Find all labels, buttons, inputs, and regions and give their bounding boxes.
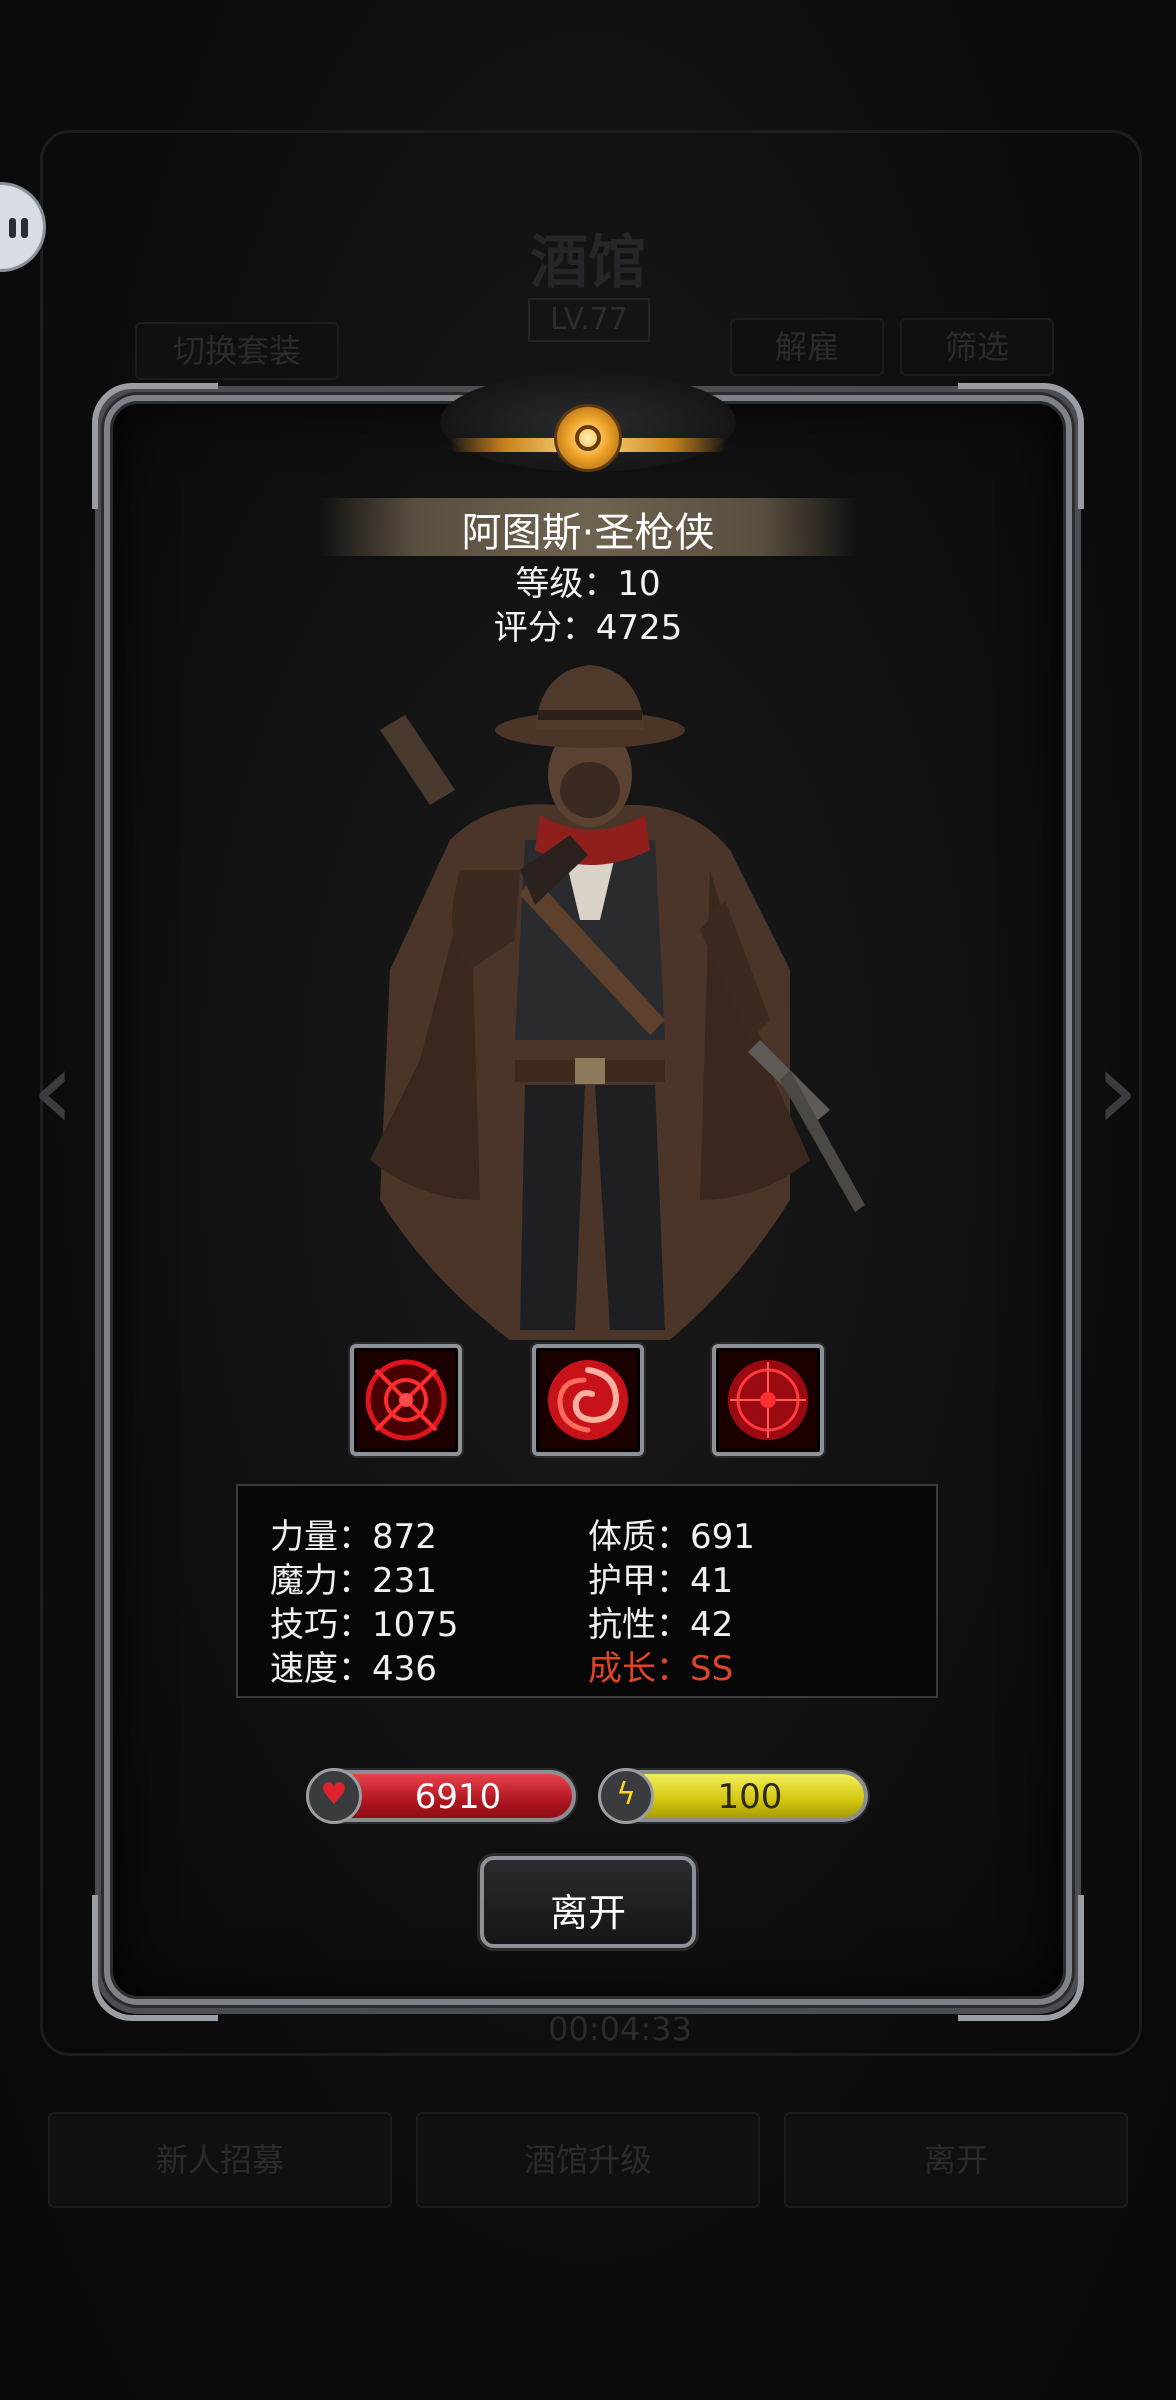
hp-bar: ♥ 6910: [306, 1768, 576, 1824]
filter-button: 筛选: [900, 318, 1054, 376]
swirl-vortex-icon: [548, 1360, 628, 1440]
leave-button[interactable]: 离开: [480, 1856, 696, 1948]
energy-bar: ϟ 100: [598, 1768, 868, 1824]
recruit-timer: 00:04:33: [548, 2010, 692, 2048]
switch-outfit-button: 切换套装: [135, 322, 339, 380]
stat-constitution: 体质：691: [588, 1517, 755, 1557]
stat-resistance: 抗性：42: [588, 1605, 734, 1645]
skill-slot-3[interactable]: [712, 1344, 824, 1456]
new-recruit-button: 新人招募: [48, 2112, 392, 2208]
leave-button-label: 离开: [549, 1891, 626, 1935]
stat-strength: 力量：872: [270, 1517, 437, 1557]
hero-portrait: [370, 665, 865, 1340]
skill-slot-1[interactable]: [350, 1344, 462, 1456]
panel-corner-ornament: [92, 1895, 218, 2021]
panel-corner-ornament: [958, 1895, 1084, 2021]
skill-slot-2[interactable]: [532, 1344, 644, 1456]
tavern-upgrade-button: 酒馆升级: [416, 2112, 760, 2208]
panel-corner-ornament: [92, 383, 218, 509]
energy-value: 100: [717, 1777, 783, 1817]
stat-skill: 技巧：1075: [270, 1605, 459, 1645]
hero-name: 阿图斯·圣枪侠: [461, 510, 715, 556]
dismiss-button: 解雇: [730, 318, 884, 376]
next-hero-arrow-icon[interactable]: ›: [1082, 1035, 1152, 1145]
crosshair-orb-icon: [365, 1359, 447, 1441]
tavern-title: 酒馆: [529, 228, 646, 296]
previous-hero-arrow-icon[interactable]: ‹: [18, 1035, 88, 1145]
target-scope-icon: [728, 1360, 808, 1440]
tavern-level-badge: LV.77: [528, 298, 650, 342]
stat-growth: 成长：SS: [588, 1649, 734, 1689]
hero-level: 等级：10: [515, 564, 661, 604]
stat-speed: 速度：436: [270, 1649, 437, 1689]
hp-value: 6910: [414, 1777, 502, 1817]
background-leave-button: 离开: [784, 2112, 1128, 2208]
stat-armor: 护甲：41: [588, 1561, 734, 1601]
stat-magic: 魔力：231: [270, 1561, 437, 1601]
panel-corner-ornament: [958, 383, 1084, 509]
hero-rank-emblem-icon: [554, 404, 622, 472]
